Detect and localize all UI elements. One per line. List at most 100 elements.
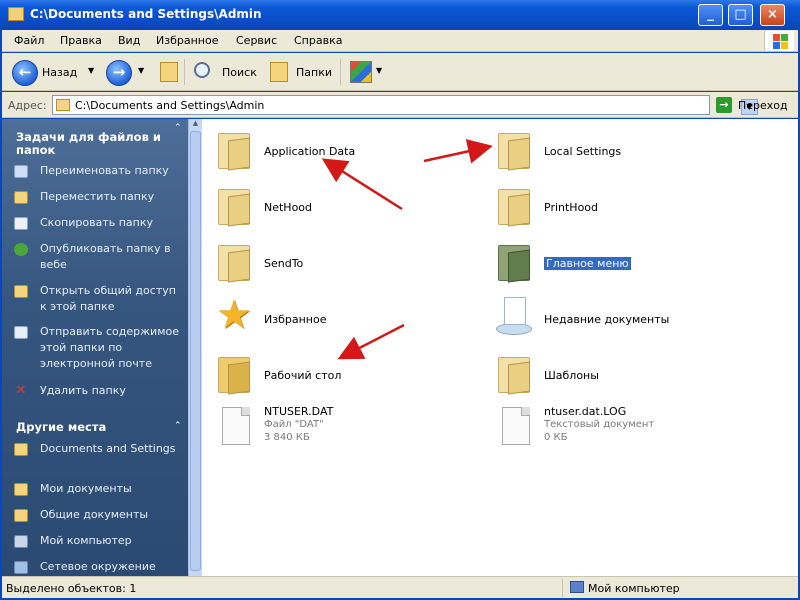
item-type: Текстовый документ	[544, 419, 655, 430]
task-label[interactable]: Удалить папку	[40, 383, 186, 399]
scroll-thumb[interactable]	[190, 131, 201, 571]
status-location: Мой компьютер	[588, 582, 680, 595]
menu-favorites[interactable]: Избранное	[156, 34, 218, 47]
menu-file[interactable]: Файл	[14, 34, 44, 47]
item-label[interactable]: Избранное	[264, 313, 326, 326]
folders-icon[interactable]	[270, 62, 288, 82]
forward-arrow-icon[interactable]: →	[106, 60, 132, 86]
title-bar[interactable]: C:\Documents and Settings\Admin _ □ ×	[0, 0, 800, 30]
share-icon	[14, 285, 28, 298]
item-type: Файл "DAT"	[264, 419, 324, 430]
folder-up-icon[interactable]	[160, 62, 178, 82]
task-pane: Задачи для файлов и папок ⌃ Переименоват…	[2, 119, 188, 576]
toolbar: ← Назад ▼ → ▼ Поиск Папки ▼	[2, 53, 798, 91]
task-label[interactable]: Скопировать папку	[40, 215, 186, 231]
address-input[interactable]: C:\Documents and Settings\Admin ▼	[52, 95, 758, 115]
menu-bar: Файл Правка Вид Избранное Сервис Справка	[2, 30, 798, 52]
place-label[interactable]: Общие документы	[40, 507, 186, 523]
folder-icon	[214, 237, 254, 285]
menu-edit[interactable]: Правка	[60, 34, 102, 47]
item-label[interactable]: ntuser.dat.LOG	[544, 405, 626, 418]
item-label-selected[interactable]: Главное меню	[544, 257, 631, 270]
close-button[interactable]: ×	[760, 4, 785, 26]
move-icon	[14, 191, 28, 204]
folder-icon	[214, 181, 254, 229]
item-label[interactable]: PrintHood	[544, 201, 598, 214]
place-label[interactable]: Мои документы	[40, 481, 186, 497]
back-button-label[interactable]: Назад	[42, 66, 77, 79]
item-label[interactable]: Рабочий стол	[264, 369, 341, 382]
item-size: 3 840 КБ	[264, 432, 310, 443]
task-label[interactable]: Переименовать папку	[40, 163, 186, 179]
task-label[interactable]: Опубликовать папку в вебе	[40, 241, 186, 273]
task-label[interactable]: Переместить папку	[40, 189, 186, 205]
item-nethood[interactable]: NetHood	[206, 181, 486, 231]
folder-icon	[56, 99, 70, 111]
item-label[interactable]: Application Data	[264, 145, 355, 158]
item-application-data[interactable]: Application Data	[206, 125, 486, 175]
item-start-menu[interactable]: Главное меню	[486, 237, 766, 287]
other-places-title[interactable]: Другие места	[16, 421, 106, 434]
back-arrow-icon[interactable]: ←	[12, 60, 38, 86]
folder-icon	[214, 125, 254, 173]
item-label[interactable]: Local Settings	[544, 145, 621, 158]
minimize-button[interactable]: _	[698, 4, 723, 26]
tasks-panel-title[interactable]: Задачи для файлов и папок	[16, 131, 166, 157]
item-ntuser-log[interactable]: ntuser.dat.LOG Текстовый документ 0 КБ	[486, 403, 766, 459]
item-label[interactable]: NTUSER.DAT	[264, 405, 333, 418]
folder-icon	[14, 443, 28, 456]
address-value[interactable]: C:\Documents and Settings\Admin	[75, 99, 264, 112]
item-printhood[interactable]: PrintHood	[486, 181, 766, 231]
item-label[interactable]: Недавние документы	[544, 313, 669, 326]
maximize-button[interactable]: □	[728, 4, 753, 26]
item-sendto[interactable]: SendTo	[206, 237, 486, 287]
item-size: 0 КБ	[544, 432, 568, 443]
desktop-folder-icon	[214, 349, 254, 397]
menu-view[interactable]: Вид	[118, 34, 140, 47]
item-label[interactable]: NetHood	[264, 201, 312, 214]
task-pane-scrollbar[interactable]: ▲	[188, 119, 202, 576]
item-ntuser-dat[interactable]: NTUSER.DAT Файл "DAT" 3 840 КБ	[206, 403, 486, 459]
computer-icon	[14, 535, 28, 548]
item-local-settings[interactable]: Local Settings	[486, 125, 766, 175]
scroll-up-icon[interactable]: ▲	[190, 119, 201, 130]
item-templates[interactable]: Шаблоны	[486, 349, 766, 399]
go-arrow-icon: →	[716, 97, 732, 113]
file-list: Application Data Local Settings NetHood …	[202, 119, 798, 576]
copy-icon	[14, 217, 28, 230]
menu-help[interactable]: Справка	[294, 34, 342, 47]
item-label[interactable]: SendTo	[264, 257, 303, 270]
selection-count: Выделено объектов: 1	[6, 582, 137, 595]
task-label[interactable]: Отправить содержимое этой папки по элект…	[40, 324, 186, 372]
delete-icon: ✕	[15, 383, 27, 398]
item-desktop[interactable]: Рабочий стол	[206, 349, 486, 399]
folder-icon	[494, 181, 534, 229]
task-label[interactable]: Открыть общий доступ к этой папке	[40, 283, 186, 315]
place-label[interactable]: Documents and Settings	[40, 441, 186, 457]
views-icon[interactable]	[350, 61, 372, 83]
item-favorites[interactable]: ★ Избранное	[206, 293, 486, 343]
views-dropdown-icon[interactable]: ▼	[376, 66, 382, 75]
windows-logo-icon	[764, 31, 794, 51]
file-icon	[494, 403, 534, 451]
collapse-chevron-icon[interactable]: ⌃	[174, 421, 182, 431]
status-bar: Выделено объектов: 1 Мой компьютер	[2, 576, 798, 598]
my-documents-icon	[14, 483, 28, 496]
forward-dropdown-icon[interactable]: ▼	[138, 66, 144, 75]
item-label[interactable]: Шаблоны	[544, 369, 599, 382]
folder-icon	[8, 7, 24, 21]
search-button-label[interactable]: Поиск	[222, 66, 257, 79]
file-icon	[214, 403, 254, 451]
place-label[interactable]: Мой компьютер	[40, 533, 186, 549]
back-dropdown-icon[interactable]: ▼	[88, 66, 94, 75]
item-recent-documents[interactable]: Недавние документы	[486, 293, 766, 343]
window-title: C:\Documents and Settings\Admin	[30, 7, 262, 21]
place-label[interactable]: Сетевое окружение	[40, 559, 186, 575]
recent-documents-icon	[494, 293, 534, 341]
collapse-chevron-icon[interactable]: ⌃	[174, 123, 182, 133]
go-button-label[interactable]: Переход	[738, 99, 788, 112]
menu-tools[interactable]: Сервис	[236, 34, 277, 47]
folders-button-label[interactable]: Папки	[296, 66, 332, 79]
search-icon[interactable]	[194, 62, 210, 78]
go-button[interactable]: → Переход	[716, 95, 796, 115]
